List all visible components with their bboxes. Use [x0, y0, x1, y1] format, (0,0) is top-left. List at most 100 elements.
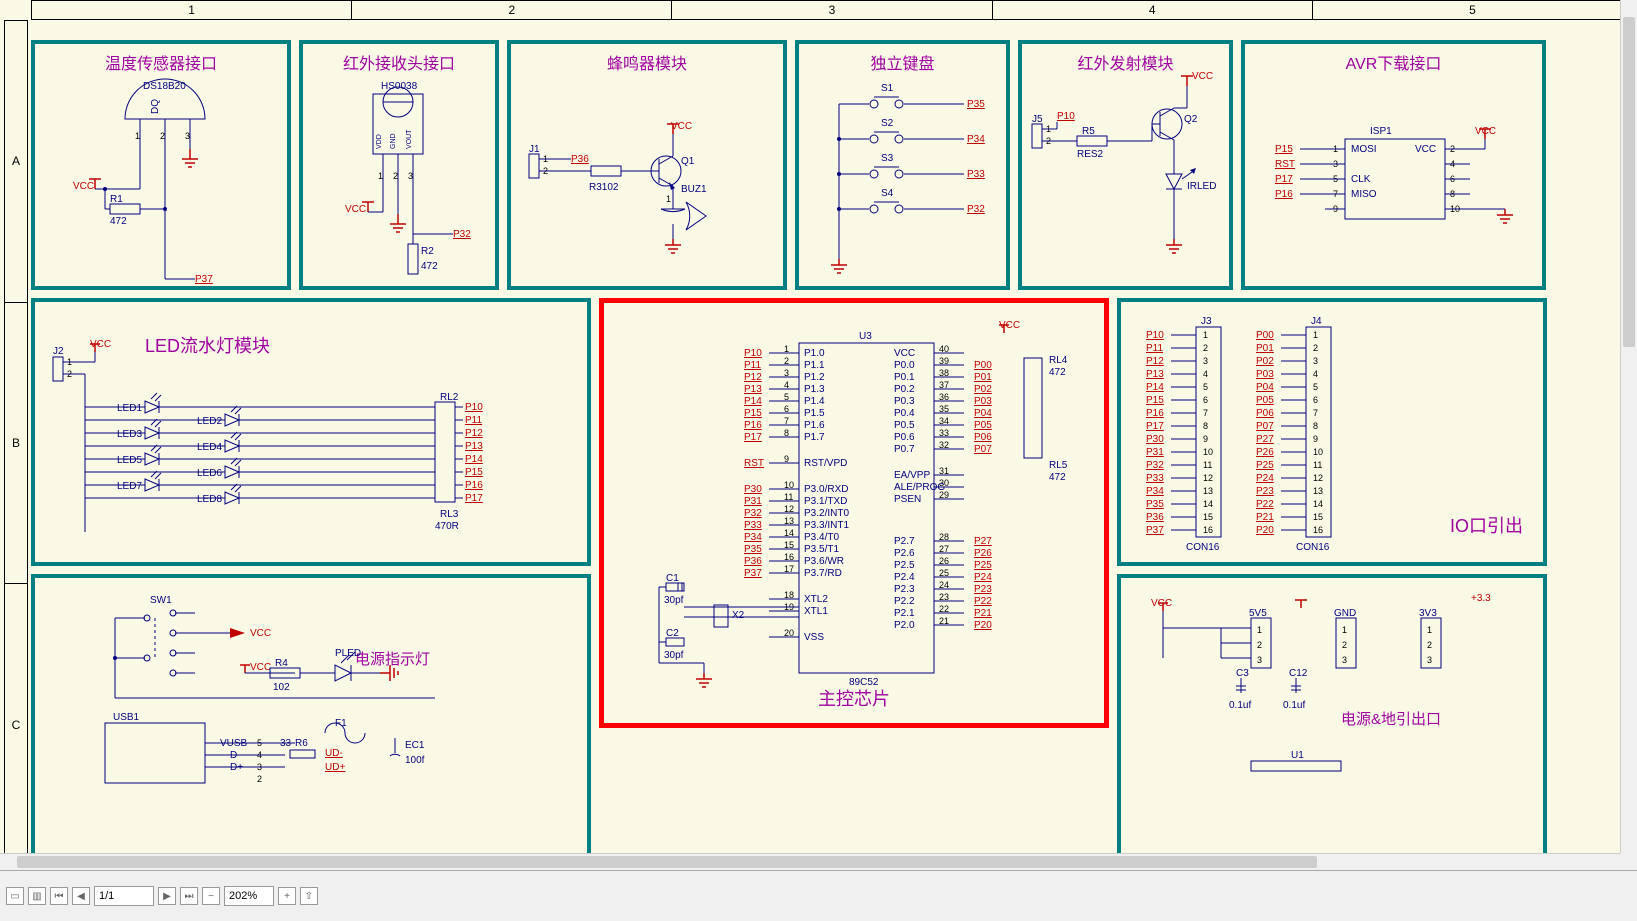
- svg-text:P02: P02: [1256, 356, 1274, 367]
- svg-text:P10: P10: [744, 348, 762, 359]
- svg-text:9: 9: [1203, 434, 1208, 444]
- svg-text:8: 8: [1313, 421, 1318, 431]
- svg-text:P34: P34: [967, 134, 985, 145]
- svg-text:ALE/PROG: ALE/PROG: [894, 482, 945, 493]
- svg-text:C2: C2: [666, 628, 679, 639]
- svg-text:DQ: DQ: [150, 99, 161, 114]
- svg-text:SW1: SW1: [150, 595, 172, 606]
- svg-text:XTL1: XTL1: [804, 606, 828, 617]
- svg-text:P3.6/WR: P3.6/WR: [804, 556, 844, 567]
- scrollbar-thumb[interactable]: [17, 856, 1317, 868]
- zoom-out-button[interactable]: −: [202, 887, 220, 905]
- svg-text:PSEN: PSEN: [894, 494, 921, 505]
- fit-page-button[interactable]: ⇧: [300, 887, 318, 905]
- svg-text:LED5: LED5: [117, 455, 142, 466]
- svg-text:IRLED: IRLED: [1187, 181, 1216, 192]
- first-page-button[interactable]: ⏮: [50, 887, 68, 905]
- col-1: 1: [32, 1, 352, 19]
- module-avr: AVR下载接口 ISP1 VCC P15 RST P17 P16 13 57 9…: [1241, 40, 1546, 290]
- schematic-pwr-out: VCC +3.3 5V5 1 2 3 GND 1 2 3: [1121, 578, 1551, 866]
- zoom-level-input[interactable]: [224, 886, 274, 906]
- svg-text:P1.3: P1.3: [804, 384, 825, 395]
- svg-text:P31: P31: [1146, 447, 1164, 458]
- view-multi-page-button[interactable]: ▥: [28, 887, 46, 905]
- svg-text:P0.6: P0.6: [894, 432, 915, 443]
- svg-text:VCC: VCC: [894, 348, 915, 359]
- svg-text:2: 2: [1313, 343, 1318, 353]
- svg-text:27: 27: [939, 544, 949, 554]
- svg-text:15: 15: [1313, 512, 1323, 522]
- svg-text:3: 3: [408, 171, 413, 181]
- module-keys: 独立键盘 S1 P35 S2: [795, 40, 1010, 290]
- module-pwr-ind: 电源指示灯 SW1 VCC VCC R4 102: [31, 574, 591, 862]
- svg-text:VSS: VSS: [804, 632, 824, 643]
- svg-text:LED3: LED3: [117, 429, 142, 440]
- svg-text:P04: P04: [974, 408, 992, 419]
- svg-text:9: 9: [1313, 434, 1318, 444]
- svg-text:LED6: LED6: [197, 468, 222, 479]
- svg-text:P36: P36: [744, 556, 762, 567]
- horizontal-scrollbar[interactable]: [0, 853, 1620, 870]
- svg-text:EC1: EC1: [405, 740, 425, 751]
- svg-text:P0.3: P0.3: [894, 396, 915, 407]
- svg-text:J4: J4: [1311, 316, 1322, 327]
- svg-text:RL5: RL5: [1049, 460, 1068, 471]
- svg-text:RES2: RES2: [1077, 149, 1104, 160]
- svg-text:1: 1: [1203, 330, 1208, 340]
- svg-text:P23: P23: [974, 584, 992, 595]
- svg-text:P24: P24: [1256, 473, 1274, 484]
- svg-text:P1.1: P1.1: [804, 360, 825, 371]
- svg-text:P14: P14: [744, 396, 762, 407]
- svg-text:1: 1: [784, 344, 789, 354]
- svg-text:8: 8: [784, 428, 789, 438]
- svg-text:P25: P25: [1256, 460, 1274, 471]
- view-single-page-button[interactable]: ▭: [6, 887, 24, 905]
- last-page-button[interactable]: ⏭: [180, 887, 198, 905]
- svg-text:P26: P26: [1256, 447, 1274, 458]
- svg-text:22: 22: [939, 604, 949, 614]
- svg-text:3: 3: [1342, 655, 1347, 665]
- svg-text:GND: GND: [1334, 608, 1356, 619]
- svg-text:P06: P06: [1256, 408, 1274, 419]
- svg-text:30pf: 30pf: [664, 595, 684, 606]
- prev-page-button[interactable]: ◀: [72, 887, 90, 905]
- svg-text:R3102: R3102: [589, 182, 619, 193]
- svg-text:4: 4: [784, 380, 789, 390]
- schematic-led: J2 1 2 VCC LED1LED2LED3LED4LED5LED6LED7L…: [35, 302, 595, 570]
- svg-text:2: 2: [257, 774, 262, 784]
- svg-text:LED4: LED4: [197, 442, 222, 453]
- zoom-in-button[interactable]: +: [278, 887, 296, 905]
- svg-text:P1.6: P1.6: [804, 420, 825, 431]
- svg-text:12: 12: [1203, 473, 1213, 483]
- svg-text:7: 7: [1203, 408, 1208, 418]
- svg-text:89C52: 89C52: [849, 677, 879, 688]
- svg-text:7: 7: [784, 416, 789, 426]
- svg-text:P23: P23: [1256, 486, 1274, 497]
- svg-text:6: 6: [1203, 395, 1208, 405]
- svg-text:P31: P31: [744, 496, 762, 507]
- svg-text:BUZ1: BUZ1: [681, 184, 707, 195]
- svg-text:P3.1/TXD: P3.1/TXD: [804, 496, 847, 507]
- svg-text:2: 2: [393, 171, 398, 181]
- svg-text:4: 4: [1313, 369, 1318, 379]
- svg-text:CON16: CON16: [1186, 542, 1220, 553]
- svg-text:P11: P11: [1146, 343, 1163, 354]
- vertical-scrollbar[interactable]: [1620, 0, 1637, 853]
- scrollbar-thumb[interactable]: [1623, 17, 1635, 347]
- svg-text:3: 3: [784, 368, 789, 378]
- svg-text:S3: S3: [881, 153, 894, 164]
- svg-text:P17: P17: [1146, 421, 1164, 432]
- page-number-input[interactable]: [94, 886, 154, 906]
- svg-text:P33: P33: [1146, 473, 1164, 484]
- drawing-grid[interactable]: 温度传感器接口 DS18B20 DQ 1 2 3 VCC: [31, 20, 1633, 866]
- svg-text:P3.3/INT1: P3.3/INT1: [804, 520, 849, 531]
- svg-text:P3.2/INT0: P3.2/INT0: [804, 508, 849, 519]
- svg-text:P02: P02: [974, 384, 992, 395]
- svg-text:RL4: RL4: [1049, 355, 1068, 366]
- svg-text:J3: J3: [1201, 316, 1212, 327]
- svg-text:10: 10: [1313, 447, 1323, 457]
- svg-text:36: 36: [939, 392, 949, 402]
- svg-text:P10: P10: [465, 402, 483, 413]
- svg-text:LED2: LED2: [197, 416, 222, 427]
- next-page-button[interactable]: ▶: [158, 887, 176, 905]
